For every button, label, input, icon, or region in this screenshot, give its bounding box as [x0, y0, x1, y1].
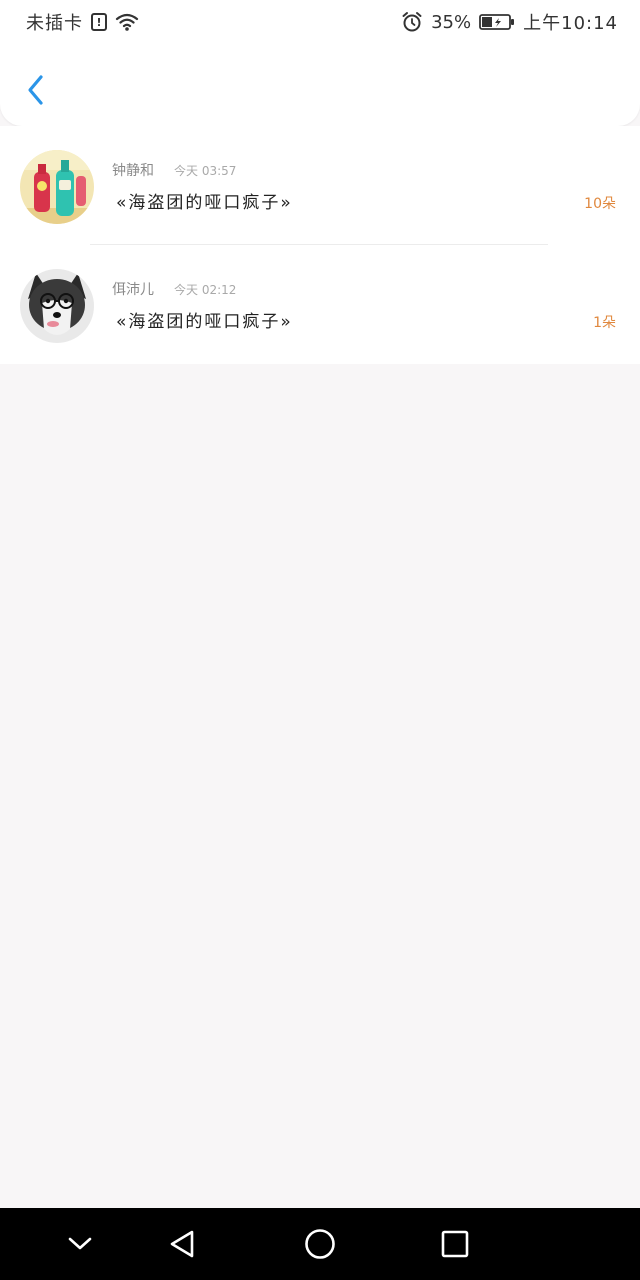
nav-hide-button[interactable]	[62, 1226, 98, 1262]
husky-avatar	[20, 269, 94, 343]
home-circle-icon	[305, 1229, 335, 1259]
avatar[interactable]	[20, 269, 94, 343]
book-title[interactable]: «海盗团的哑口疯子»	[116, 188, 293, 213]
carrier-label: 未插卡	[26, 13, 83, 34]
wifi-icon	[115, 13, 139, 31]
list-item[interactable]: 佴沛儿 今天 02:12 «海盗团的哑口疯子» 1朵	[0, 245, 640, 364]
status-bar: 未插卡 ! 35% 上午10:14	[0, 0, 640, 44]
battery-percent: 35%	[431, 11, 472, 33]
status-left: 未插卡 !	[26, 9, 139, 35]
name-line: 佴沛儿 今天 02:12	[112, 279, 236, 299]
avatar[interactable]	[20, 150, 94, 224]
alarm-icon	[402, 12, 422, 32]
nav-home-button[interactable]	[302, 1226, 338, 1262]
timestamp: 今天 02:12	[174, 283, 237, 297]
book-title[interactable]: «海盗团的哑口疯子»	[116, 307, 293, 332]
top-bar: 未插卡 ! 35% 上午10:14	[0, 0, 640, 126]
battery-icon	[479, 14, 515, 30]
timestamp: 今天 03:57	[174, 164, 237, 178]
screen: 未插卡 ! 35% 上午10:14 钟静和 今天 03:57 «海盗团的哑口疯子…	[0, 0, 640, 1280]
flower-count: 10朵	[584, 196, 616, 212]
list-item[interactable]: 钟静和 今天 03:57 «海盗团的哑口疯子» 10朵	[0, 126, 640, 245]
user-name[interactable]: 佴沛儿	[112, 279, 154, 299]
chevron-down-icon	[68, 1237, 92, 1250]
recents-square-icon	[441, 1230, 469, 1258]
clock: 上午10:14	[523, 13, 618, 34]
back-button[interactable]	[18, 70, 54, 110]
system-nav-bar	[0, 1208, 640, 1280]
name-line: 钟静和 今天 03:57	[112, 160, 236, 180]
bottles-avatar	[20, 150, 94, 224]
nav-back-button[interactable]	[164, 1226, 200, 1262]
chevron-left-icon	[28, 75, 43, 105]
sim-alert-icon: !	[91, 13, 107, 31]
status-right: 35% 上午10:14	[401, 9, 618, 35]
nav-recents-button[interactable]	[437, 1226, 473, 1262]
back-triangle-icon	[170, 1230, 194, 1258]
user-name[interactable]: 钟静和	[112, 160, 154, 180]
gift-list: 钟静和 今天 03:57 «海盗团的哑口疯子» 10朵 佴沛儿 今天 02:12…	[0, 126, 640, 364]
flower-count: 1朵	[593, 315, 616, 331]
